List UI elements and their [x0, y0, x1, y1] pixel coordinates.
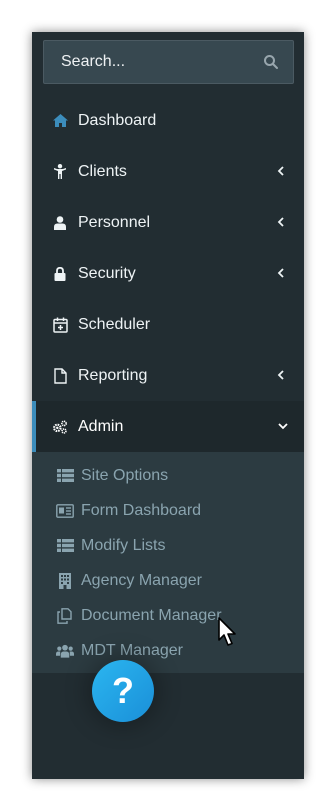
submenu-item-document-manager[interactable]: Document Manager	[32, 598, 304, 633]
sidebar-item-personnel[interactable]: Personnel	[32, 197, 304, 248]
submenu-item-label: Site Options	[81, 466, 169, 484]
list-icon	[56, 468, 74, 484]
submenu-item-label: MDT Manager	[81, 641, 183, 659]
copy-icon	[56, 607, 74, 624]
sidebar-menu: Dashboard Clients Personnel Security Sch…	[32, 95, 304, 673]
sidebar-item-label: Scheduler	[78, 315, 151, 333]
sidebar-item-label: Personnel	[78, 213, 151, 231]
lock-icon	[52, 266, 68, 282]
chevron-down-icon	[278, 423, 288, 430]
search-icon[interactable]	[263, 54, 279, 70]
help-button[interactable]: ?	[92, 660, 154, 722]
submenu-item-label: Agency Manager	[81, 571, 202, 589]
sidebar-item-label: Security	[78, 264, 136, 282]
submenu-item-label: Form Dashboard	[81, 501, 202, 519]
calendar-plus-icon	[52, 317, 68, 333]
home-icon	[52, 113, 68, 129]
user-icon	[52, 215, 68, 231]
building-icon	[56, 572, 74, 589]
sidebar-item-admin[interactable]: Admin	[32, 401, 304, 452]
submenu-item-form-dashboard[interactable]: Form Dashboard	[32, 493, 304, 528]
chevron-left-icon	[277, 268, 284, 278]
chevron-left-icon	[277, 370, 284, 380]
file-icon	[52, 367, 68, 384]
sidebar-item-label: Reporting	[78, 366, 148, 384]
id-card-icon	[56, 503, 74, 519]
cogs-icon	[52, 419, 68, 435]
sidebar-item-scheduler[interactable]: Scheduler	[32, 299, 304, 350]
sidebar-item-label: Admin	[78, 417, 124, 435]
search-input[interactable]	[44, 41, 254, 83]
sidebar: Dashboard Clients Personnel Security	[32, 32, 304, 779]
chevron-left-icon	[277, 217, 284, 227]
submenu-item-label: Document Manager	[81, 606, 222, 624]
submenu-item-agency-manager[interactable]: Agency Manager	[32, 563, 304, 598]
person-icon	[52, 164, 68, 180]
submenu-item-mdt-manager[interactable]: MDT Manager	[32, 633, 304, 668]
list-icon	[56, 538, 74, 554]
sidebar-item-label: Clients	[78, 162, 127, 180]
submenu-item-site-options[interactable]: Site Options	[32, 458, 304, 493]
sidebar-item-reporting[interactable]: Reporting	[32, 350, 304, 401]
submenu-item-label: Modify Lists	[81, 536, 166, 554]
admin-submenu: Site Options Form Dashboard Modify Lists…	[32, 452, 304, 673]
mouse-cursor-icon	[218, 617, 236, 646]
users-icon	[56, 643, 74, 659]
sidebar-item-dashboard[interactable]: Dashboard	[32, 95, 304, 146]
sidebar-item-label: Dashboard	[78, 111, 157, 129]
search-box	[43, 40, 294, 84]
sidebar-item-clients[interactable]: Clients	[32, 146, 304, 197]
chevron-left-icon	[277, 166, 284, 176]
submenu-item-modify-lists[interactable]: Modify Lists	[32, 528, 304, 563]
sidebar-item-security[interactable]: Security	[32, 248, 304, 299]
